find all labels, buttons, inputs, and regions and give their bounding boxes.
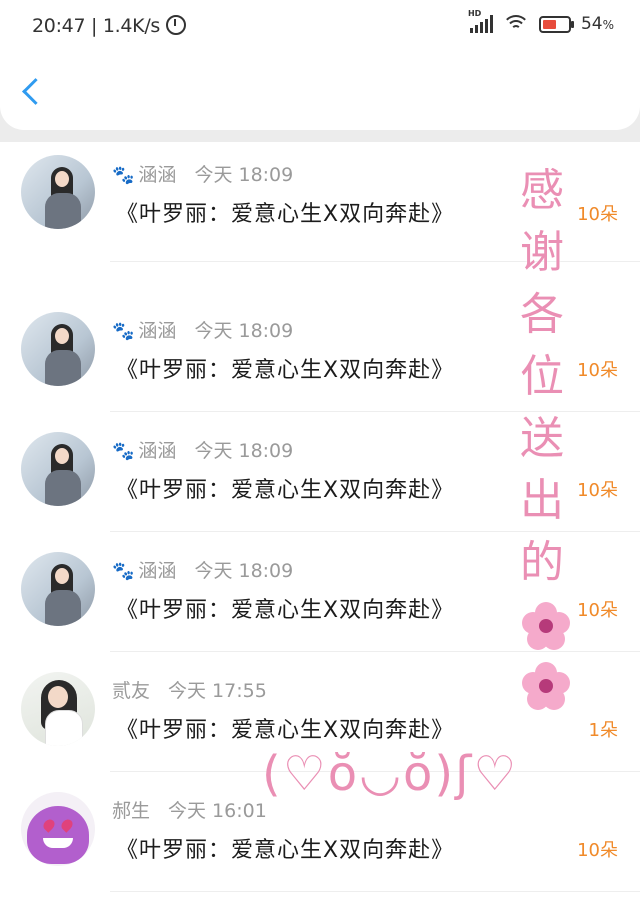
gift-count: 10朵 <box>577 600 618 621</box>
avatar[interactable] <box>21 312 95 386</box>
overlay-char: 各 <box>520 289 564 340</box>
overlay-char: 出 <box>520 475 564 526</box>
battery-icon <box>538 15 574 33</box>
gift-count: 10朵 <box>577 840 618 861</box>
overlay-char: 位 <box>520 351 564 402</box>
battery-level: 54% <box>580 14 614 34</box>
status-bar: 20:47 | 1.4K/s HD 54% <box>0 0 640 56</box>
avatar[interactable] <box>21 672 95 746</box>
avatar[interactable] <box>21 792 95 866</box>
sender-name: 贰友 <box>112 680 151 702</box>
send-time: 今天 18:09 <box>194 440 294 462</box>
send-time: 今天 16:01 <box>168 800 267 822</box>
gift-name: 《叶罗丽：爱意心生X双向奔赴》 <box>116 358 455 383</box>
gift-name: 《叶罗丽：爱意心生X双向奔赴》 <box>116 718 455 743</box>
chevron-left-icon[interactable] <box>22 78 49 105</box>
alarm-icon <box>166 15 187 35</box>
avatar[interactable] <box>21 552 95 626</box>
paw-icon: 🐾 <box>112 561 135 582</box>
flower-icon <box>522 662 570 710</box>
send-time: 今天 18:09 <box>194 320 294 342</box>
sender-name: 涵涵 <box>138 440 177 462</box>
sender-name: 涵涵 <box>138 320 177 342</box>
avatar[interactable] <box>21 155 95 229</box>
overlay-char: 谢 <box>520 227 564 278</box>
gift-name: 《叶罗丽：爱意心生X双向奔赴》 <box>116 838 455 863</box>
status-left: 20:47 | 1.4K/s <box>32 15 187 37</box>
nav-bar <box>0 56 640 130</box>
sender-name: 涵涵 <box>138 560 177 582</box>
paw-icon: 🐾 <box>112 321 135 342</box>
gift-name: 《叶罗丽：爱意心生X双向奔赴》 <box>116 598 455 623</box>
avatar[interactable] <box>21 432 95 506</box>
paw-icon: 🐾 <box>112 165 135 186</box>
send-time: 今天 18:09 <box>194 560 294 582</box>
gift-count: 10朵 <box>577 360 618 381</box>
gift-count: 10朵 <box>577 204 618 225</box>
network-label: HD <box>467 9 482 18</box>
sender-name: 郝生 <box>112 800 151 822</box>
overlay-char: 的 <box>520 537 564 588</box>
flower-icon <box>522 602 570 650</box>
sender-name: 涵涵 <box>138 164 177 186</box>
gift-name: 《叶罗丽：爱意心生X双向奔赴》 <box>116 202 455 227</box>
overlay-char: 送 <box>520 413 564 464</box>
status-time: 20:47 <box>32 15 86 37</box>
paw-icon: 🐾 <box>112 441 135 462</box>
send-time: 今天 18:09 <box>194 164 294 186</box>
gift-count: 1朵 <box>588 720 618 741</box>
send-time: 今天 17:55 <box>168 680 267 702</box>
gift-count: 10朵 <box>577 480 618 501</box>
kaomoji: (♡ŏ◡ŏ)ʃ♡ <box>262 746 519 802</box>
wifi-icon <box>501 15 530 33</box>
overlay-char: 感 <box>520 165 564 216</box>
gift-name: 《叶罗丽：爱意心生X双向奔赴》 <box>116 478 455 503</box>
signal-icon: HD <box>468 9 493 33</box>
network-speed: 1.4K/s <box>102 15 161 37</box>
thanks-overlay: 感 谢 各 位 送 出 的 <box>512 160 572 594</box>
status-right: HD 54% <box>468 9 614 34</box>
